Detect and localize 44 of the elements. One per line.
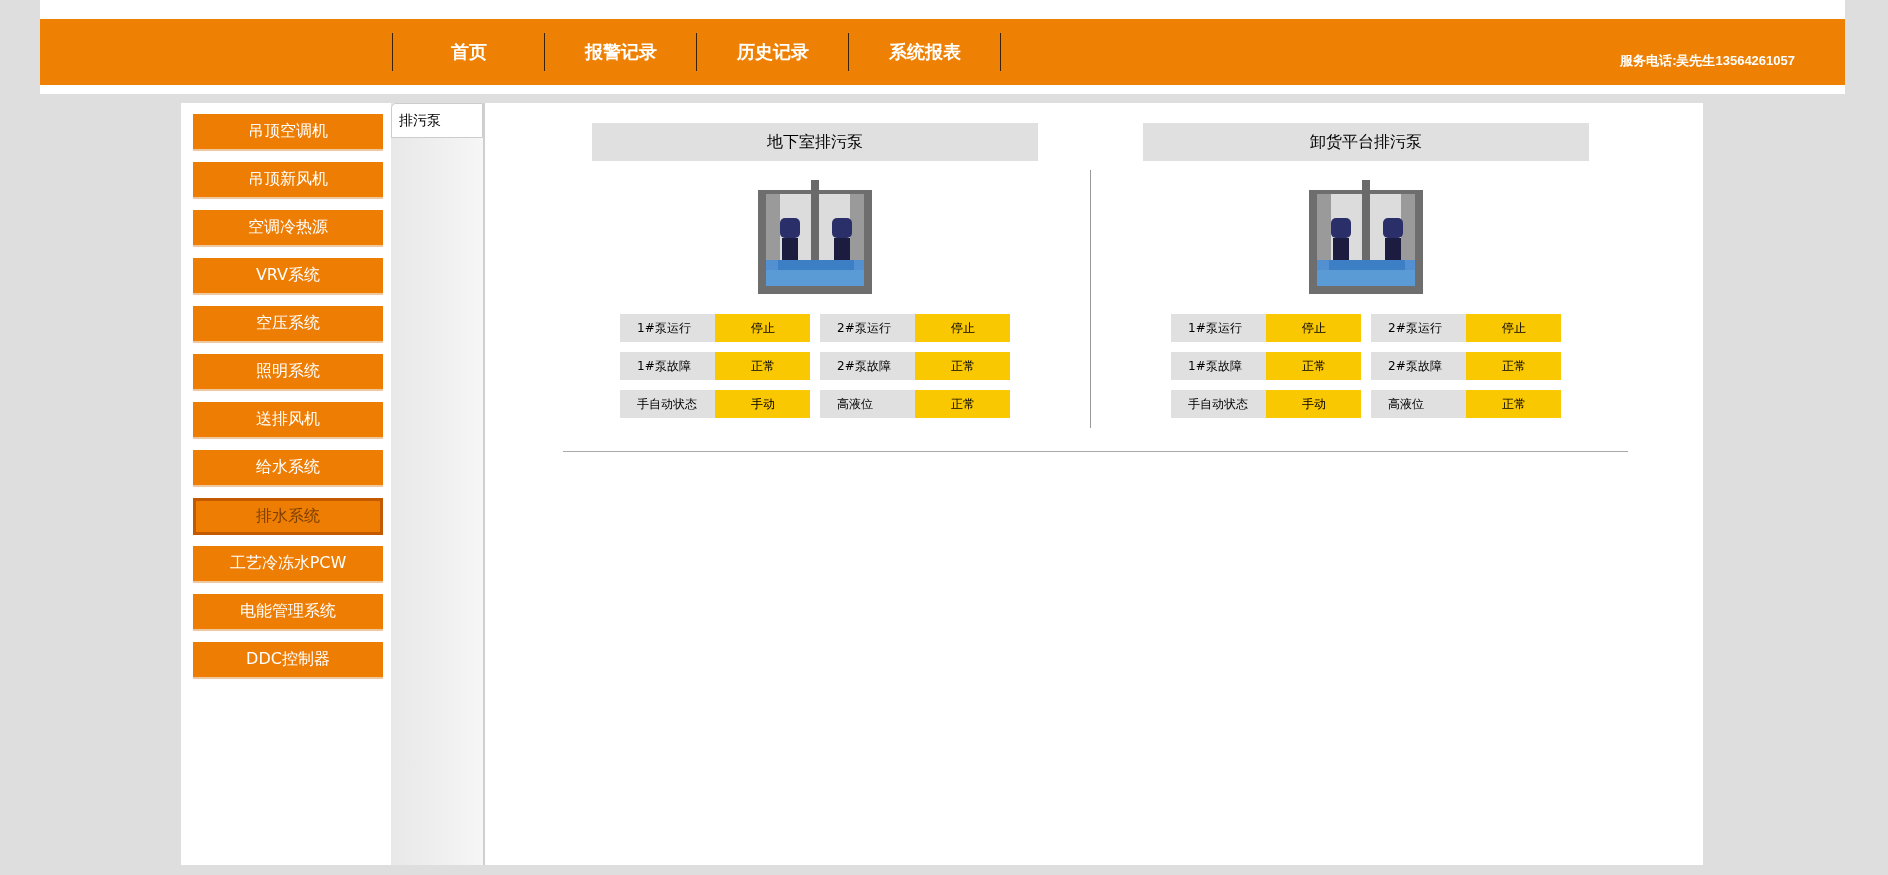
nav-link[interactable]: 首页 bbox=[393, 33, 545, 71]
status-value: 正常 bbox=[1466, 352, 1561, 380]
sidebar-item[interactable]: 工艺冷冻水PCW bbox=[193, 546, 383, 583]
status-label: 1#泵故障 bbox=[1171, 352, 1266, 380]
status-value: 正常 bbox=[915, 352, 1010, 380]
status-label: 手自动状态 bbox=[1171, 390, 1266, 418]
status-label: 高液位 bbox=[820, 390, 915, 418]
status-label: 2#泵运行 bbox=[820, 314, 915, 342]
sidebar-item[interactable]: 空压系统 bbox=[193, 306, 383, 343]
status-value: 正常 bbox=[715, 352, 810, 380]
sidebar-item[interactable]: VRV系统 bbox=[193, 258, 383, 295]
status-label: 1#泵运行 bbox=[620, 314, 715, 342]
panel-title: 卸货平台排污泵 bbox=[1143, 123, 1589, 161]
nav-link[interactable]: 报警记录 bbox=[545, 33, 697, 71]
status-value: 手动 bbox=[715, 390, 810, 418]
nav-link[interactable]: 历史记录 bbox=[697, 33, 849, 71]
status-value: 停止 bbox=[715, 314, 810, 342]
sidebar-item[interactable]: 吊顶新风机 bbox=[193, 162, 383, 199]
sidebar-item[interactable]: 排水系统 bbox=[193, 498, 383, 535]
sidebar-item[interactable]: 空调冷热源 bbox=[193, 210, 383, 247]
status-value: 停止 bbox=[1266, 314, 1361, 342]
status-value: 正常 bbox=[1266, 352, 1361, 380]
panel-title: 地下室排污泵 bbox=[592, 123, 1038, 161]
status-label: 2#泵故障 bbox=[820, 352, 915, 380]
sidebar-item[interactable]: 照明系统 bbox=[193, 354, 383, 391]
status-label: 1#泵故障 bbox=[620, 352, 715, 380]
sidebar-item[interactable]: 给水系统 bbox=[193, 450, 383, 487]
status-value: 停止 bbox=[915, 314, 1010, 342]
status-label: 手自动状态 bbox=[620, 390, 715, 418]
status-value: 正常 bbox=[915, 390, 1010, 418]
status-label: 2#泵故障 bbox=[1371, 352, 1466, 380]
status-label: 1#泵运行 bbox=[1171, 314, 1266, 342]
sidebar-item[interactable]: 电能管理系统 bbox=[193, 594, 383, 631]
tab[interactable]: 排污泵 bbox=[391, 103, 483, 138]
nav-link[interactable]: 系统报表 bbox=[849, 33, 1001, 71]
sidebar-item[interactable]: DDC控制器 bbox=[193, 642, 383, 679]
status-value: 停止 bbox=[1466, 314, 1561, 342]
service-phone: 服务电话:吴先生13564261057 bbox=[1620, 52, 1795, 70]
status-label: 2#泵运行 bbox=[1371, 314, 1466, 342]
status-label: 高液位 bbox=[1371, 390, 1466, 418]
status-value: 手动 bbox=[1266, 390, 1361, 418]
sidebar-item[interactable]: 送排风机 bbox=[193, 402, 383, 439]
sidebar-item[interactable]: 吊顶空调机 bbox=[193, 114, 383, 151]
status-value: 正常 bbox=[1466, 390, 1561, 418]
